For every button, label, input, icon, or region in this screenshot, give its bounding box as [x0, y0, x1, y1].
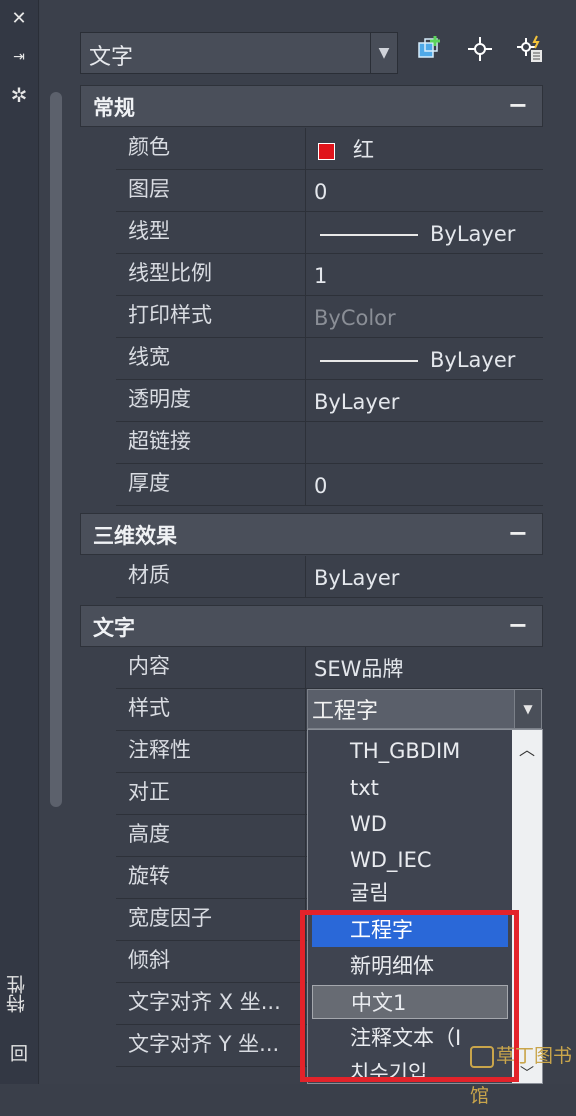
- settings-icon[interactable]: ✲: [8, 84, 30, 106]
- property-value[interactable]: ByLayer: [308, 556, 542, 597]
- property-label: 线型: [116, 212, 306, 253]
- property-row-lineweight[interactable]: 线宽 ByLayer: [116, 338, 543, 380]
- dropdown-option[interactable]: txt: [312, 771, 508, 805]
- bottom-icon[interactable]: 回: [8, 1044, 30, 1066]
- property-value[interactable]: ByLayer: [308, 338, 542, 379]
- property-label: 颜色: [116, 128, 306, 169]
- dropdown-option[interactable]: 굴림: [312, 876, 508, 910]
- property-label: 高度: [116, 815, 306, 856]
- property-label: 旋转: [116, 857, 306, 898]
- property-value[interactable]: SEW品牌: [308, 647, 542, 688]
- property-value[interactable]: 红: [308, 128, 542, 169]
- property-value[interactable]: 0: [308, 170, 542, 211]
- property-label: 文字对齐 X 坐...: [116, 983, 306, 1024]
- section-title: 常规: [93, 96, 135, 120]
- property-row-transparency[interactable]: 透明度 ByLayer: [116, 380, 543, 422]
- property-label: 样式: [116, 689, 306, 730]
- property-value[interactable]: 1: [308, 254, 542, 295]
- property-value[interactable]: ByLayer: [308, 212, 542, 253]
- color-swatch: [318, 142, 335, 160]
- property-label: 倾斜: [116, 941, 306, 982]
- property-row-linetype-scale[interactable]: 线型比例 1: [116, 254, 543, 296]
- property-row-contents[interactable]: 内容 SEW品牌: [116, 647, 543, 689]
- property-label: 打印样式: [116, 296, 306, 337]
- property-row-layer[interactable]: 图层 0: [116, 170, 543, 212]
- dropdown-option[interactable]: TH_GBDIM: [312, 734, 508, 768]
- watermark-logo-icon: [470, 1045, 494, 1068]
- object-type-select[interactable]: 文字 ▼: [80, 32, 398, 74]
- chevron-down-icon[interactable]: ▼: [514, 690, 541, 728]
- panel-scrollbar[interactable]: [50, 92, 62, 807]
- section-title: 三维效果: [93, 524, 177, 548]
- property-row-plot-style[interactable]: 打印样式 ByColor: [116, 296, 543, 338]
- property-value: ByColor: [314, 306, 396, 330]
- text-style-value: 工程字: [312, 699, 379, 724]
- collapse-icon[interactable]: −: [508, 514, 528, 552]
- property-label: 文字对齐 Y 坐...: [116, 1025, 306, 1066]
- section-title: 文字: [93, 616, 135, 640]
- close-icon[interactable]: ✕: [8, 8, 30, 30]
- property-label: 宽度因子: [116, 899, 306, 940]
- property-label: 对正: [116, 773, 306, 814]
- property-label: 线宽: [116, 338, 306, 379]
- collapse-icon[interactable]: −: [508, 606, 528, 644]
- property-label: 图层: [116, 170, 306, 211]
- property-row-material[interactable]: 材质 ByLayer: [116, 556, 543, 598]
- property-value[interactable]: [308, 422, 542, 463]
- section-text-header[interactable]: 文字 −: [80, 605, 543, 647]
- object-type-value: 文字: [89, 45, 134, 70]
- toggle-pickadd-icon[interactable]: [512, 34, 548, 72]
- collapse-icon[interactable]: −: [508, 86, 528, 124]
- quick-select-icon[interactable]: [412, 34, 448, 72]
- property-label: 超链接: [116, 422, 306, 463]
- property-label: 内容: [116, 647, 306, 688]
- lineweight-preview: [320, 360, 418, 362]
- property-value[interactable]: 0: [308, 464, 542, 505]
- chevron-down-icon[interactable]: ▼: [370, 33, 397, 73]
- pin-icon[interactable]: ⇥: [8, 46, 30, 68]
- property-row-thickness[interactable]: 厚度 0: [116, 464, 543, 506]
- section-general-header[interactable]: 常规 −: [80, 85, 543, 127]
- property-label: 材质: [116, 556, 306, 597]
- select-objects-icon[interactable]: [462, 34, 498, 72]
- text-style-combobox[interactable]: 工程字 ▼: [307, 689, 542, 729]
- property-label: 线型比例: [116, 254, 306, 295]
- dropdown-option[interactable]: WD: [312, 807, 508, 841]
- linetype-preview: [320, 234, 418, 236]
- property-label: 透明度: [116, 380, 306, 421]
- palette-title: 特性: [6, 975, 28, 1013]
- property-row-color[interactable]: 颜色 红: [116, 128, 543, 170]
- scroll-up-icon[interactable]: ︿: [512, 736, 542, 760]
- property-value[interactable]: ByLayer: [308, 380, 542, 421]
- property-row-hyperlink[interactable]: 超链接: [116, 422, 543, 464]
- property-row-linetype[interactable]: 线型 ByLayer: [116, 212, 543, 254]
- property-label: 厚度: [116, 464, 306, 505]
- palette-titlebar: ✕ ⇥ ✲ 特性 回: [0, 0, 39, 1084]
- property-label: 注释性: [116, 731, 306, 772]
- dropdown-option[interactable]: WD_IEC: [312, 843, 508, 877]
- section-3d-effects-header[interactable]: 三维效果 −: [80, 513, 543, 555]
- watermark: 草丁图书馆: [470, 1045, 573, 1107]
